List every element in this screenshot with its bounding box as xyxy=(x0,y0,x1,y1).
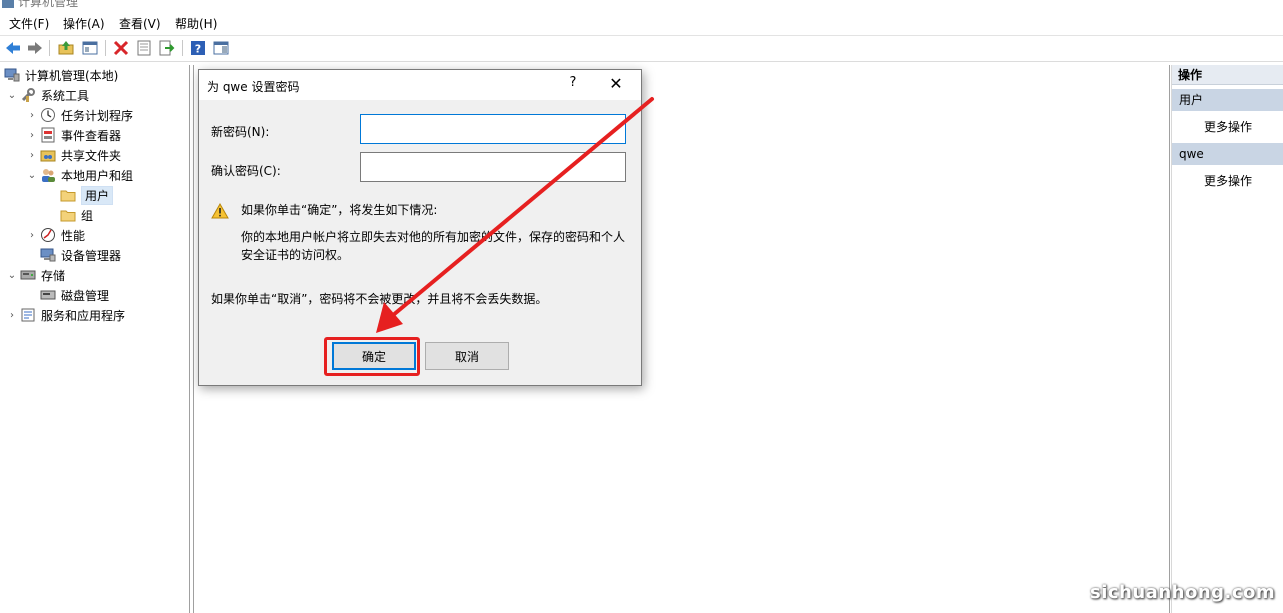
tree-root[interactable]: 计算机管理(本地) xyxy=(4,65,118,85)
new-password-input[interactable] xyxy=(360,114,626,144)
tree-local-users-groups[interactable]: ⌄ 本地用户和组 xyxy=(26,165,133,185)
disk-icon xyxy=(40,287,56,303)
cancel-button[interactable]: 取消 xyxy=(425,342,509,370)
tree-shared-folders[interactable]: › 共享文件夹 xyxy=(26,145,121,165)
menu-bar: 文件(F) 操作(A) 查看(V) 帮助(H) xyxy=(0,12,1283,33)
menu-help[interactable]: 帮助(H) xyxy=(175,15,217,32)
tree-event-viewer[interactable]: › 事件查看器 xyxy=(26,125,121,145)
toolbar-separator xyxy=(49,40,50,56)
properties-icon[interactable] xyxy=(135,39,153,57)
help-icon[interactable]: ? xyxy=(189,39,207,57)
users-group-icon xyxy=(40,167,56,183)
tree-performance[interactable]: › 性能 xyxy=(26,225,85,245)
toolbar-separator xyxy=(182,40,183,56)
up-folder-icon[interactable] xyxy=(57,39,75,57)
clock-icon xyxy=(40,107,56,123)
dialog-titlebar: 为 qwe 设置密码 ? ✕ xyxy=(199,70,641,100)
help-button[interactable]: ? xyxy=(566,75,580,90)
chevron-right-icon[interactable]: › xyxy=(26,105,38,125)
chevron-down-icon[interactable]: ⌄ xyxy=(6,85,18,105)
device-manager-icon xyxy=(40,247,56,263)
actions-section-qwe[interactable]: qwe xyxy=(1172,143,1283,165)
tree-storage[interactable]: ⌄ 存储 xyxy=(6,265,65,285)
console-tree: 计算机管理(本地) ⌄ 系统工具 › 任务计划程序 › 事件查看器 › 共享文件… xyxy=(0,65,190,613)
event-viewer-icon xyxy=(40,127,56,143)
confirm-password-label: 确认密码(C): xyxy=(211,164,281,178)
action-pane-icon[interactable] xyxy=(212,39,230,57)
tree-users[interactable]: 用户 xyxy=(60,185,114,205)
toolbar: ? xyxy=(0,35,1283,62)
computer-management-icon xyxy=(4,67,20,83)
system-tools-icon xyxy=(20,87,36,103)
warning-line-1: 你的本地用户帐户将立即失去对他的所有加密的文件，保存的密码和个人 xyxy=(241,230,626,244)
dialog-title: 为 qwe 设置密码 xyxy=(207,80,300,94)
services-icon xyxy=(20,307,36,323)
delete-icon[interactable] xyxy=(112,39,130,57)
chevron-right-icon[interactable]: › xyxy=(26,125,38,145)
svg-text:?: ? xyxy=(195,43,201,56)
actions-header: 操作 xyxy=(1172,65,1283,85)
tree-disk-management[interactable]: 磁盘管理 xyxy=(40,285,109,305)
watermark: sichuanhong.com xyxy=(1090,582,1276,603)
cancel-note: 如果你单击“取消”，密码将不会被更改，并且将不会丢失数据。 xyxy=(211,292,548,306)
chevron-down-icon[interactable]: ⌄ xyxy=(6,265,18,285)
tree-task-scheduler[interactable]: › 任务计划程序 xyxy=(26,105,133,125)
warning-heading: 如果你单击“确定”，将发生如下情况: xyxy=(241,203,438,217)
new-password-label: 新密码(N): xyxy=(211,125,270,139)
storage-icon xyxy=(20,267,36,283)
warning-icon xyxy=(211,202,229,219)
folder-icon xyxy=(60,207,76,223)
tree-groups[interactable]: 组 xyxy=(60,205,93,225)
warning-line-2: 安全证书的访问权。 xyxy=(241,248,350,262)
chevron-right-icon[interactable]: › xyxy=(26,145,38,165)
chevron-down-icon[interactable]: ⌄ xyxy=(26,165,38,185)
window-titlebar: 计算机管理 xyxy=(0,0,1283,10)
performance-icon xyxy=(40,227,56,243)
actions-section-users[interactable]: 用户 xyxy=(1172,89,1283,111)
window-title: 计算机管理 xyxy=(18,0,79,9)
shared-folder-icon xyxy=(40,147,56,163)
more-actions-link[interactable]: 更多操作 xyxy=(1204,118,1252,135)
more-actions-link[interactable]: 更多操作 xyxy=(1204,172,1252,189)
show-hide-tree-icon[interactable] xyxy=(81,39,99,57)
back-icon[interactable] xyxy=(4,39,22,57)
menu-view[interactable]: 查看(V) xyxy=(119,15,161,32)
app-icon xyxy=(2,0,14,8)
toolbar-separator xyxy=(105,40,106,56)
tree-services-apps[interactable]: › 服务和应用程序 xyxy=(6,305,125,325)
close-icon[interactable]: ✕ xyxy=(607,74,625,93)
chevron-right-icon[interactable]: › xyxy=(6,305,18,325)
confirm-password-input[interactable] xyxy=(360,152,626,182)
export-icon[interactable] xyxy=(158,39,176,57)
menu-action[interactable]: 操作(A) xyxy=(63,15,105,32)
folder-icon xyxy=(60,187,76,203)
ok-button[interactable]: 确定 xyxy=(332,342,416,370)
tree-system-tools[interactable]: ⌄ 系统工具 xyxy=(6,85,89,105)
actions-pane: 操作 用户 更多操作 qwe 更多操作 xyxy=(1171,65,1283,613)
tree-device-manager[interactable]: 设备管理器 xyxy=(40,245,121,265)
chevron-right-icon[interactable]: › xyxy=(26,225,38,245)
forward-icon[interactable] xyxy=(26,39,44,57)
set-password-dialog: 为 qwe 设置密码 ? ✕ 新密码(N): 确认密码(C): 如果你单击“确定… xyxy=(198,69,642,386)
menu-file[interactable]: 文件(F) xyxy=(9,15,49,32)
